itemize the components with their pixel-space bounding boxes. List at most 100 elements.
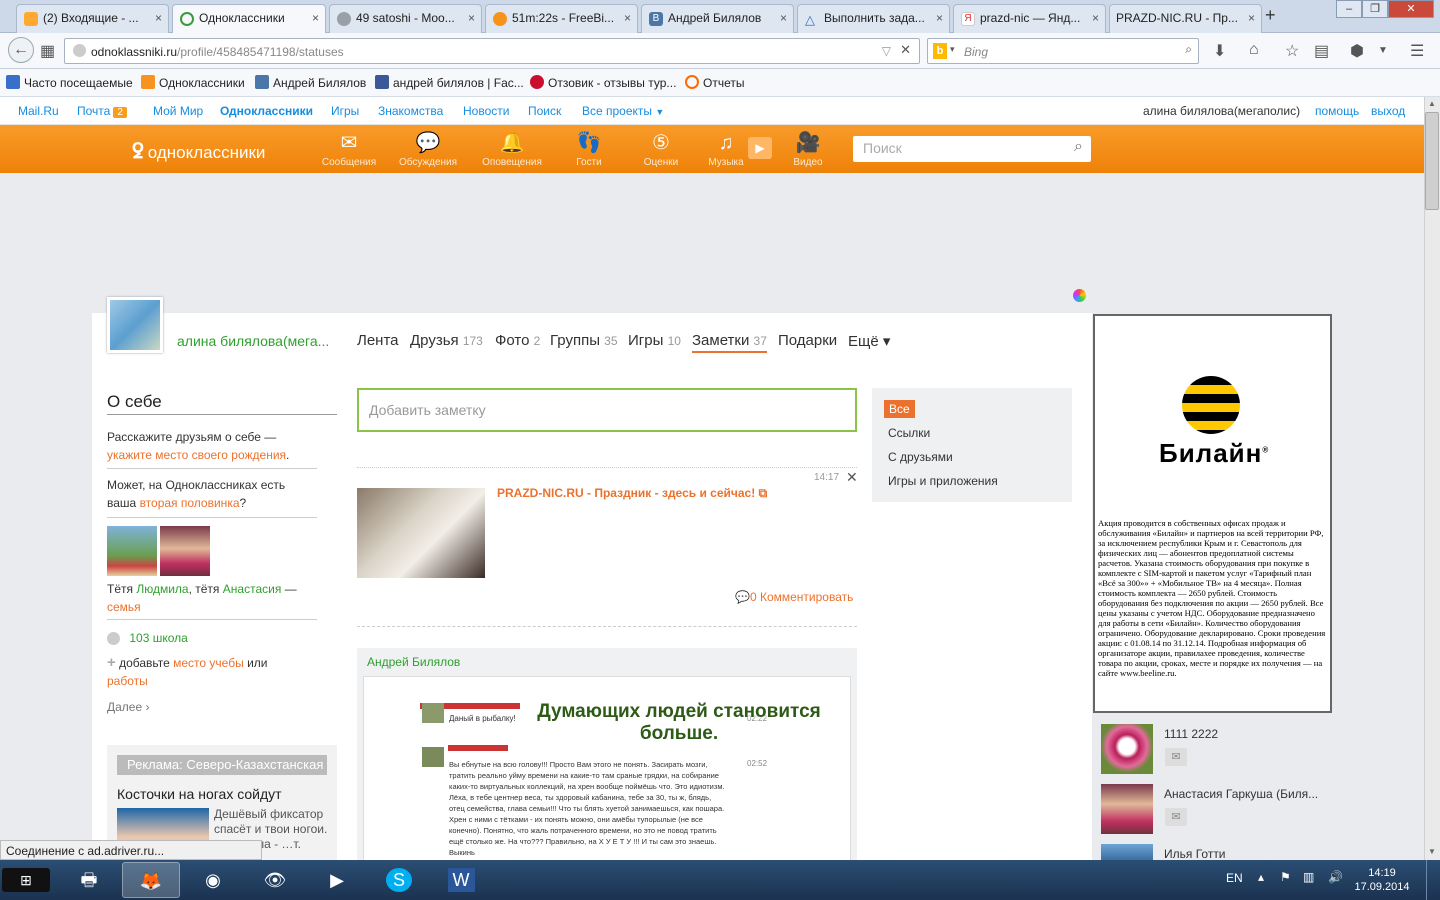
portal-link-mail[interactable]: Почта 2	[77, 104, 127, 118]
printer-icon[interactable]: 🖶	[60, 862, 118, 898]
skype-icon[interactable]: S	[370, 862, 428, 898]
ok-search-input[interactable]: Поиск ⌕	[853, 136, 1091, 162]
relative-photo[interactable]	[160, 526, 210, 576]
portal-link-myworld[interactable]: Мой Мир	[153, 104, 203, 118]
bookmark-item[interactable]: андрей билялов | Fac...	[375, 75, 524, 90]
tabs-overview-icon[interactable]: ▦	[40, 41, 55, 61]
birthplace-link[interactable]: укажите место своего рождения	[107, 448, 286, 462]
relative-link[interactable]: Людмила	[136, 582, 188, 596]
post-screenshot-image[interactable]: Даный в рыбалку! 02:22 Думающих людей ст…	[363, 676, 851, 861]
minimize-button[interactable]: –	[1336, 0, 1362, 18]
close-icon[interactable]: ×	[780, 11, 787, 25]
nav-messages[interactable]: ✉ Сообщения	[314, 131, 384, 168]
browser-tab[interactable]: 49 satoshi - Moo... ×	[329, 4, 482, 33]
add-note-input[interactable]: Добавить заметку	[357, 388, 857, 432]
friend-name[interactable]: Анастасия Гаркуша (Биля...	[1164, 787, 1324, 801]
portal-link-all-projects[interactable]: Все проекты ▼	[582, 104, 664, 118]
post-link[interactable]: PRAZD-NIC.RU - Праздник - здесь и сейчас…	[497, 486, 767, 501]
play-icon[interactable]: ▶	[748, 137, 772, 159]
scroll-down-icon[interactable]: ▼	[1428, 847, 1436, 856]
close-icon[interactable]: ×	[1092, 11, 1099, 25]
tab-feed[interactable]: Лента	[357, 332, 399, 349]
second-half-link[interactable]: вторая половинка	[140, 496, 240, 510]
eye-app-icon[interactable]: 👁	[246, 862, 304, 898]
portal-link-news[interactable]: Новости	[463, 104, 509, 118]
filter-all[interactable]: Все	[884, 400, 915, 418]
chevron-up-icon[interactable]: ▴	[1258, 870, 1264, 884]
avatar[interactable]	[107, 297, 163, 353]
flag-icon[interactable]: ⚑	[1280, 870, 1291, 884]
logout-link[interactable]: выход	[1371, 104, 1405, 118]
nav-guests[interactable]: 👣 Гости	[554, 131, 624, 168]
bookmark-item[interactable]: Андрей Билялов	[255, 75, 366, 90]
work-link[interactable]: работы	[107, 674, 148, 688]
maximize-button[interactable]: ❐	[1362, 0, 1388, 18]
tab-groups[interactable]: Группы 35	[550, 332, 618, 349]
home-icon[interactable]: ⌂	[1249, 41, 1259, 59]
tab-games[interactable]: Игры 10	[628, 332, 681, 349]
close-window-button[interactable]: ✕	[1388, 0, 1434, 18]
bookmark-item[interactable]: Отчеты	[685, 75, 744, 90]
network-icon[interactable]: ▥	[1303, 870, 1314, 884]
close-icon[interactable]: ✕	[846, 469, 858, 486]
addon-icon[interactable]: ⬢	[1350, 41, 1364, 61]
show-desktop-button[interactable]	[1426, 860, 1440, 900]
stop-icon[interactable]: ✕	[900, 42, 911, 58]
star-icon[interactable]: ☆	[1285, 41, 1299, 61]
search-icon[interactable]: ⌕	[1185, 42, 1192, 57]
message-button[interactable]: ✉	[1165, 748, 1187, 766]
nav-discussions[interactable]: 💬 Обсуждения	[393, 131, 463, 168]
menu-icon[interactable]: ☰	[1410, 41, 1424, 61]
scroll-up-icon[interactable]: ▲	[1428, 99, 1436, 108]
scrollbar[interactable]: ▲ ▼	[1424, 97, 1440, 860]
nav-ratings[interactable]: ⑤ Оценки	[626, 131, 696, 168]
post-image[interactable]	[357, 488, 485, 578]
chrome-icon[interactable]: ◉	[184, 862, 242, 898]
portal-link-search[interactable]: Поиск	[528, 104, 561, 118]
word-icon[interactable]: W	[432, 862, 490, 898]
tab-photos[interactable]: Фото 2	[495, 332, 540, 349]
media-player-icon[interactable]: ▶	[308, 862, 366, 898]
portal-username[interactable]: алина билялова(мегаполис)	[1143, 104, 1300, 118]
nav-video[interactable]: 🎥 Видео	[773, 131, 843, 168]
post-author[interactable]: Андрей Билялов	[367, 655, 460, 669]
search-icon[interactable]: ⌕	[1074, 138, 1083, 156]
portal-link-dating[interactable]: Знакомства	[378, 104, 443, 118]
browser-tab[interactable]: (2) Входящие - ... ×	[16, 4, 169, 33]
message-button[interactable]: ✉	[1165, 808, 1187, 826]
new-tab-button[interactable]: +	[1265, 5, 1276, 26]
close-icon[interactable]: ×	[155, 11, 162, 25]
search-bar[interactable]: b ▾ Bing ⌕	[927, 38, 1199, 64]
close-icon[interactable]: ×	[624, 11, 631, 25]
portal-link-ok[interactable]: Одноклассники	[220, 104, 313, 118]
school-link[interactable]: 103 школа	[129, 631, 187, 645]
friend-avatar[interactable]	[1101, 844, 1153, 860]
color-picker-icon[interactable]	[1073, 289, 1086, 302]
close-icon[interactable]: ×	[468, 11, 475, 25]
browser-tab[interactable]: В Андрей Билялов ×	[641, 4, 794, 33]
friend-name[interactable]: Илья Готти	[1164, 847, 1226, 861]
help-link[interactable]: помощь	[1315, 104, 1359, 118]
download-icon[interactable]: ⬇	[1213, 41, 1226, 61]
scrollbar-thumb[interactable]	[1425, 112, 1439, 210]
filter-games-apps[interactable]: Игры и приложения	[888, 474, 998, 488]
profile-name[interactable]: алина билялова(мега...	[177, 333, 329, 349]
close-icon[interactable]: ×	[312, 11, 319, 25]
tab-friends[interactable]: Друзья 173	[410, 332, 483, 349]
browser-tab[interactable]: △ Выполнить зада... ×	[797, 4, 950, 33]
ok-logo[interactable]: ꝿ одноклассники	[132, 137, 265, 164]
browser-tab-active[interactable]: Одноклассники ×	[172, 4, 326, 34]
start-button[interactable]: ⊞	[2, 868, 50, 892]
friend-avatar[interactable]	[1101, 784, 1153, 834]
browser-tab[interactable]: 51m:22s - FreeBi... ×	[485, 4, 638, 33]
friend-name[interactable]: 1111 2222	[1164, 727, 1218, 741]
portal-link-games[interactable]: Игры	[331, 104, 359, 118]
tab-more[interactable]: Ещё ▾	[848, 332, 890, 350]
volume-icon[interactable]: 🔊	[1328, 870, 1343, 884]
chevron-down-icon[interactable]: ▾	[950, 44, 955, 55]
nav-notifications[interactable]: 🔔 Оповещения	[477, 131, 547, 168]
relative-link[interactable]: Анастасия	[223, 582, 282, 596]
bookmark-item[interactable]: Отзовик - отзывы тур...	[530, 75, 676, 90]
filter-with-friends[interactable]: С друзьями	[888, 450, 953, 464]
url-bar[interactable]: odnoklassniki.ru/profile/458485471198/st…	[64, 38, 920, 64]
